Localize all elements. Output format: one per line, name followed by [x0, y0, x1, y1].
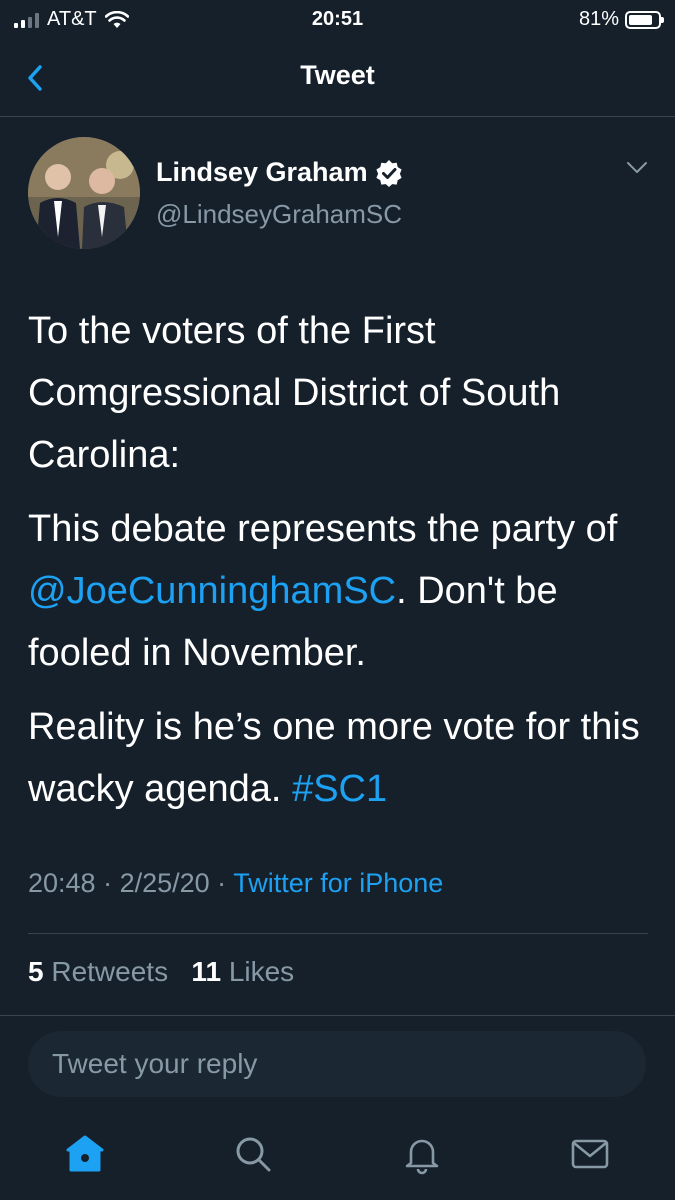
mention-link[interactable]: @JoeCunninghamSC: [28, 570, 396, 612]
page-title: Tweet: [300, 60, 375, 90]
tweet-meta: 20:48 · 2/25/20 · Twitter for iPhone: [28, 868, 443, 899]
divider: [0, 1015, 675, 1016]
clock: 20:51: [311, 8, 364, 30]
search-icon[interactable]: [231, 1132, 275, 1176]
reply-placeholder: Tweet your reply: [52, 1048, 258, 1079]
avatar[interactable]: [28, 137, 140, 249]
retweets-label: Retweets: [51, 956, 169, 987]
author-handle[interactable]: @LindseyGrahamSC: [156, 199, 402, 230]
reply-input[interactable]: Tweet your reply: [28, 1031, 646, 1097]
author-name[interactable]: Lindsey Graham: [156, 157, 368, 188]
tweet-text-segment: This debate represents the party of: [28, 508, 618, 550]
messages-icon[interactable]: [568, 1132, 612, 1176]
battery-percent: 81%: [578, 8, 619, 30]
notifications-icon[interactable]: [400, 1132, 444, 1176]
meta-separator: ·: [209, 868, 234, 898]
tweet-text: To the voters of the First Comgressional…: [28, 300, 658, 832]
tweet-time: 20:48: [28, 868, 96, 898]
tweet-source-link[interactable]: Twitter for iPhone: [233, 868, 443, 898]
tweet-author: Lindsey Graham @LindseyGrahamSC: [28, 137, 648, 252]
tweet-text-segment: To the voters of the First Comgressional…: [28, 310, 561, 476]
hashtag-link[interactable]: #SC1: [292, 768, 387, 810]
divider: [28, 933, 648, 934]
tab-bar: [0, 1110, 675, 1200]
likes-count: 11: [191, 956, 222, 987]
tweet-paragraph: To the voters of the First Comgressional…: [28, 300, 658, 486]
tweet-paragraph: This debate represents the party of @Joe…: [28, 498, 658, 684]
tweet-paragraph: Reality is he’s one more vote for this w…: [28, 696, 658, 820]
retweets-stat[interactable]: 5 Retweets: [28, 956, 168, 987]
nav-bar: Tweet: [0, 40, 675, 117]
status-right: 81%: [578, 8, 664, 31]
likes-stat[interactable]: 11 Likes: [191, 956, 294, 987]
likes-label: Likes: [228, 956, 295, 987]
tweet-stats: 5 Retweets 11 Likes: [28, 956, 294, 988]
verified-badge-icon: [375, 159, 402, 187]
chevron-down-icon[interactable]: [626, 161, 648, 175]
status-bar: AT&T 20:51 81%: [0, 0, 675, 40]
retweets-count: 5: [28, 956, 44, 987]
tweet-date: 2/25/20: [119, 868, 210, 898]
author-name-row[interactable]: Lindsey Graham: [156, 157, 403, 188]
battery-icon: [625, 10, 664, 29]
meta-separator: ·: [95, 868, 120, 898]
home-icon[interactable]: [63, 1132, 107, 1176]
